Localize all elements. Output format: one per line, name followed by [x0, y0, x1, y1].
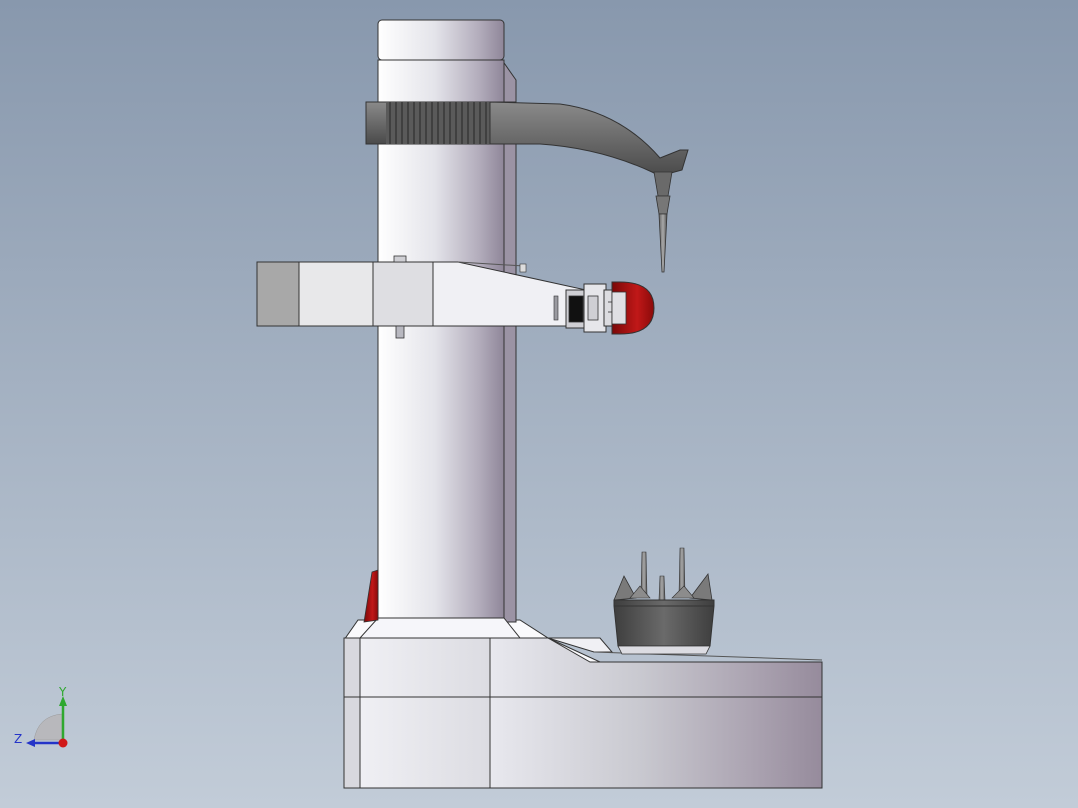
middle-arm[interactable] [256, 255, 655, 339]
z-axis-head-icon [26, 739, 35, 747]
z-axis-label: Z [14, 732, 22, 746]
cad-model[interactable] [0, 0, 1078, 808]
red-lever[interactable] [363, 569, 379, 623]
x-axis-dot-icon [58, 738, 68, 748]
triad-plane-icon [33, 713, 63, 741]
orientation-triad[interactable]: Y Z [10, 685, 80, 756]
probe-stylus[interactable] [653, 171, 673, 273]
cad-viewport[interactable]: Y Z [0, 0, 1078, 808]
collar-knurling [386, 102, 490, 144]
workpiece-chuck[interactable] [613, 547, 715, 655]
y-axis-label: Y [58, 686, 67, 699]
machine-base[interactable] [343, 619, 823, 789]
